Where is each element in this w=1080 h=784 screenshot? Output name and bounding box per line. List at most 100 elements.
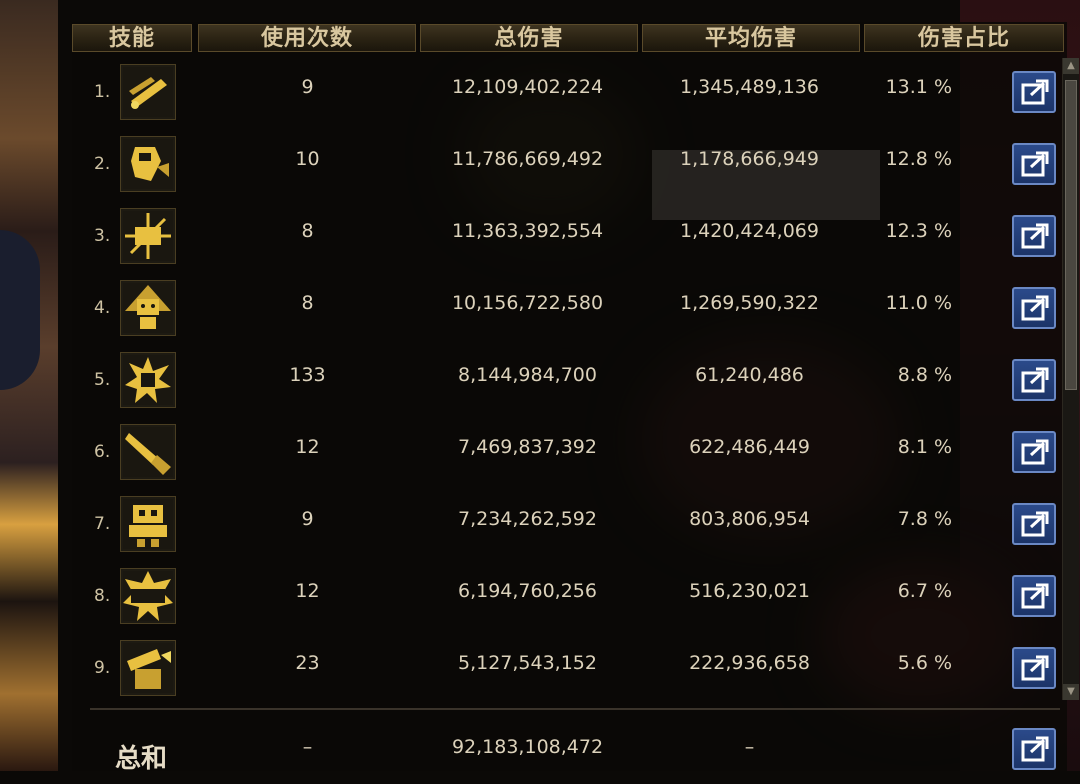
share-icon: [1021, 295, 1049, 321]
row-avg-damage: 222,936,658: [689, 652, 810, 674]
share-button[interactable]: [1012, 359, 1056, 401]
table-row: 9. 23 5,127,543,152 222,936,658 5.6 %: [72, 632, 1067, 704]
share-button[interactable]: [1012, 431, 1056, 473]
row-index: 3.: [94, 226, 111, 246]
header-uses: 使用次数: [198, 24, 416, 52]
row-uses: 12: [295, 436, 320, 458]
row-index: 9.: [94, 658, 111, 678]
row-damage-ratio: 8.1 %: [897, 436, 952, 458]
share-icon: [1021, 583, 1049, 609]
row-index: 1.: [94, 82, 111, 102]
timer-bomb-icon: [120, 568, 176, 624]
header-avg-damage: 平均伤害: [642, 24, 860, 52]
header-skill: 技能: [72, 24, 192, 52]
table-row: 3. 8 11,363,392,554 1,420,424,069 12.3 %: [72, 200, 1067, 272]
row-index: 2.: [94, 154, 111, 174]
row-uses: 133: [289, 364, 326, 386]
share-icon: [1021, 736, 1049, 762]
robot-summon-icon: [120, 280, 176, 336]
summary-share-button[interactable]: [1012, 728, 1056, 770]
scrollbar[interactable]: ▲ ▼: [1062, 58, 1079, 700]
row-uses: 9: [301, 508, 314, 530]
summary-uses: –: [302, 736, 313, 758]
row-total-damage: 8,144,984,700: [457, 364, 597, 386]
table-row: 6. 12 7,469,837,392 622,486,449 8.1 %: [72, 416, 1067, 488]
share-icon: [1021, 367, 1049, 393]
row-avg-damage: 516,230,021: [689, 580, 810, 602]
share-icon: [1021, 655, 1049, 681]
row-avg-damage: 803,806,954: [689, 508, 810, 530]
summary-avg: –: [744, 736, 755, 758]
table-header: 技能 使用次数 总伤害 平均伤害 伤害占比: [72, 24, 1067, 54]
row-total-damage: 6,194,760,256: [457, 580, 597, 602]
row-total-damage: 7,234,262,592: [457, 508, 597, 530]
missile-launch-icon: [120, 64, 176, 120]
drill-cannon-icon: [120, 640, 176, 696]
background-left-strip: [0, 0, 58, 771]
row-avg-damage: 1,345,489,136: [679, 76, 819, 98]
header-total-damage: 总伤害: [420, 24, 638, 52]
row-avg-damage: 1,269,590,322: [679, 292, 819, 314]
row-total-damage: 12,109,402,224: [451, 76, 604, 98]
header-damage-ratio: 伤害占比: [864, 24, 1064, 52]
row-avg-damage: 622,486,449: [689, 436, 810, 458]
row-uses: 8: [301, 220, 314, 242]
row-uses: 23: [295, 652, 320, 674]
share-button[interactable]: [1012, 503, 1056, 545]
row-avg-damage: 61,240,486: [695, 364, 804, 386]
share-button[interactable]: [1012, 215, 1056, 257]
explosion-bot-icon: [120, 352, 176, 408]
row-avg-damage: 1,178,666,949: [679, 148, 819, 170]
share-button[interactable]: [1012, 71, 1056, 113]
row-index: 6.: [94, 442, 111, 462]
row-index: 7.: [94, 514, 111, 534]
table-row: 5. 133 8,144,984,700 61,240,486 8.8 %: [72, 344, 1067, 416]
row-damage-ratio: 12.3 %: [885, 220, 952, 242]
share-button[interactable]: [1012, 143, 1056, 185]
scroll-thumb[interactable]: [1065, 80, 1077, 390]
row-damage-ratio: 12.8 %: [885, 148, 952, 170]
table-row: 7. 9 7,234,262,592 803,806,954 7.8 %: [72, 488, 1067, 560]
row-total-damage: 5,127,543,152: [457, 652, 597, 674]
scroll-down-arrow-icon[interactable]: ▼: [1063, 684, 1079, 700]
rocket-strike-icon: [120, 424, 176, 480]
table-row: 4. 8 10,156,722,580 1,269,590,322 11.0 %: [72, 272, 1067, 344]
row-damage-ratio: 7.8 %: [897, 508, 952, 530]
table-row: 1. 9 12,109,402,224 1,345,489,136 13.1 %: [72, 56, 1067, 128]
row-damage-ratio: 6.7 %: [897, 580, 952, 602]
row-index: 8.: [94, 586, 111, 606]
mech-unit-icon: [120, 496, 176, 552]
row-avg-damage: 1,420,424,069: [679, 220, 819, 242]
row-total-damage: 11,786,669,492: [451, 148, 604, 170]
summary-row: – 92,183,108,472 –: [72, 712, 1067, 784]
laser-burst-icon: [120, 208, 176, 264]
summary-total: 92,183,108,472: [451, 736, 604, 758]
row-index: 5.: [94, 370, 111, 390]
share-icon: [1021, 223, 1049, 249]
row-total-damage: 10,156,722,580: [451, 292, 604, 314]
row-uses: 10: [295, 148, 320, 170]
scroll-up-arrow-icon[interactable]: ▲: [1063, 58, 1079, 74]
table-row: 8. 12 6,194,760,256 516,230,021 6.7 %: [72, 560, 1067, 632]
row-uses: 9: [301, 76, 314, 98]
row-total-damage: 11,363,392,554: [451, 220, 604, 242]
share-button[interactable]: [1012, 287, 1056, 329]
summary-label: 总和: [115, 744, 168, 774]
robot-punch-icon: [120, 136, 176, 192]
row-damage-ratio: 8.8 %: [897, 364, 952, 386]
share-button[interactable]: [1012, 647, 1056, 689]
row-uses: 8: [301, 292, 314, 314]
share-icon: [1021, 79, 1049, 105]
row-index: 4.: [94, 298, 111, 318]
row-damage-ratio: 11.0 %: [885, 292, 952, 314]
share-button[interactable]: [1012, 575, 1056, 617]
share-icon: [1021, 151, 1049, 177]
row-total-damage: 7,469,837,392: [457, 436, 597, 458]
row-damage-ratio: 5.6 %: [897, 652, 952, 674]
share-icon: [1021, 439, 1049, 465]
summary-divider: [90, 708, 1060, 710]
row-damage-ratio: 13.1 %: [885, 76, 952, 98]
table-row: 2. 10 11,786,669,492 1,178,666,949 12.8 %: [72, 128, 1067, 200]
share-icon: [1021, 511, 1049, 537]
row-uses: 12: [295, 580, 320, 602]
